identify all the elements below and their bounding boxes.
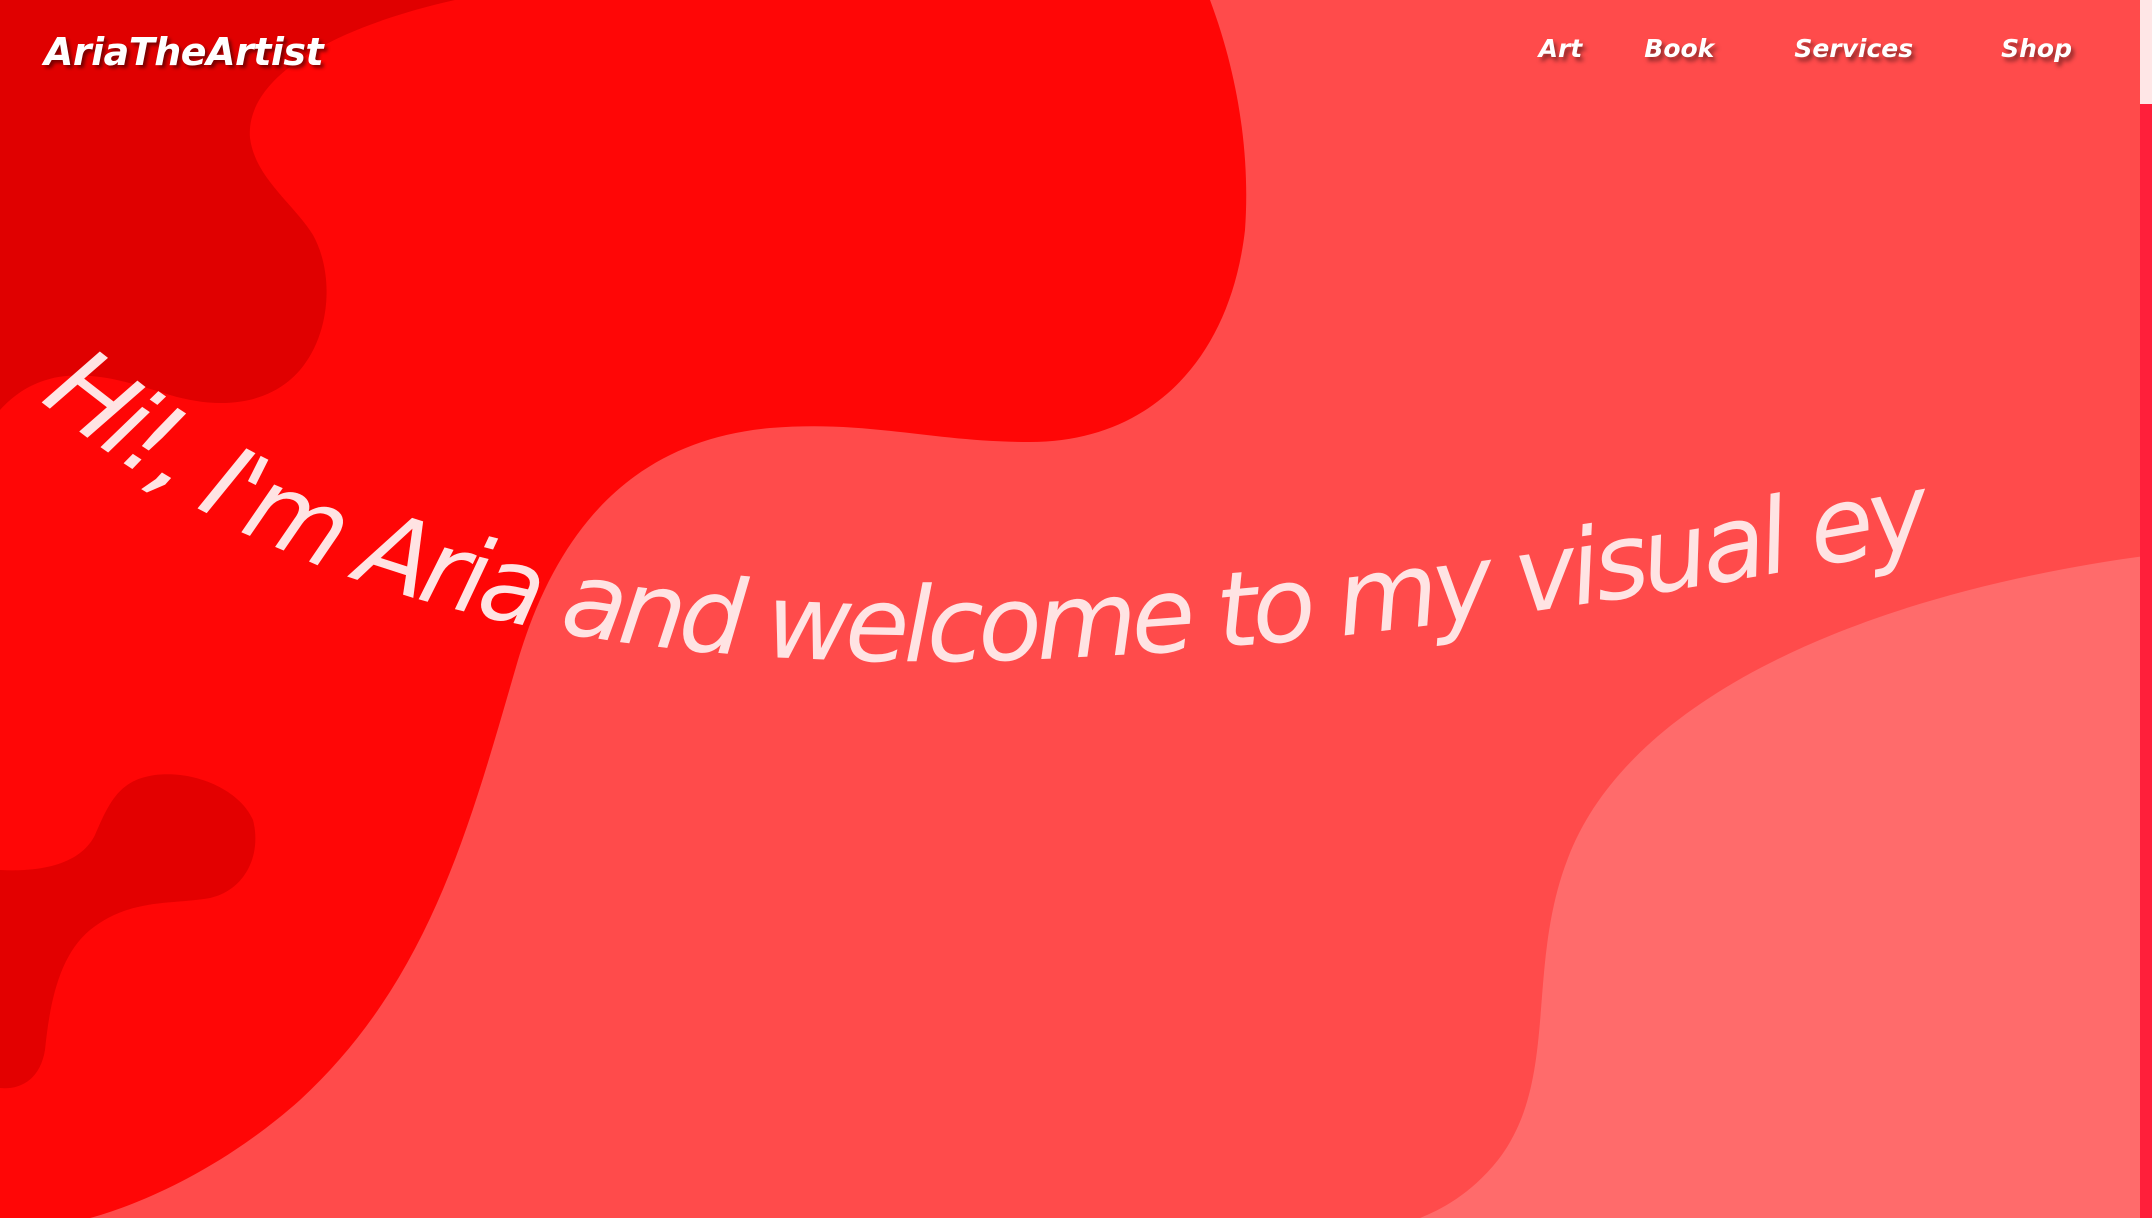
hero-page: AriaTheArtist Art Book Services Shop Hi!… [0, 0, 2152, 1218]
scrollbar-thumb[interactable] [2140, 0, 2152, 104]
page-scrollbar[interactable] [2140, 0, 2152, 1218]
hero-curved-heading: Hi!, I'm Aria and welcome to my visual e… [0, 0, 1940, 686]
hero-greeting-path: Hi!, I'm Aria and welcome to my visual e… [0, 0, 1939, 686]
hero-greeting: Hi!, I'm Aria and welcome to my visual e… [0, 0, 1940, 686]
